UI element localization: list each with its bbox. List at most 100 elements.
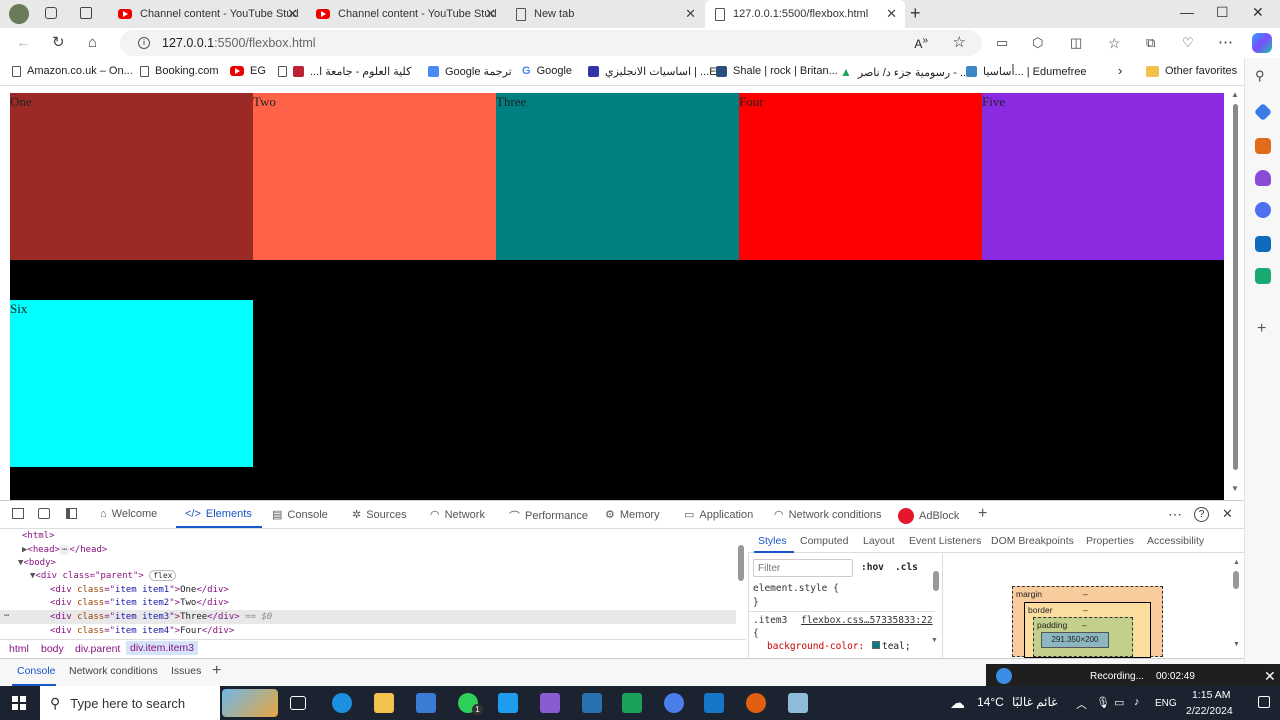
close-icon[interactable]: ✕ bbox=[287, 6, 298, 22]
tray-overflow-chevron-icon[interactable]: ︿ bbox=[1076, 696, 1087, 712]
copilot-icon[interactable] bbox=[1252, 33, 1272, 53]
voice-recorder-icon[interactable] bbox=[746, 693, 766, 713]
vscode-icon[interactable] bbox=[498, 693, 518, 713]
box-model-padding[interactable]: padding – 291.350×200 bbox=[1033, 617, 1133, 657]
dom-item1[interactable]: <div class="item item1">One</div> bbox=[50, 585, 229, 595]
box-model-margin[interactable]: margin – border – padding – 291.350×200 bbox=[1012, 586, 1163, 658]
battery-icon[interactable]: ▭ bbox=[1114, 696, 1124, 709]
dom-item4[interactable]: <div class="item item4">Four</div> bbox=[50, 626, 234, 636]
split-screen-icon[interactable]: ◫ bbox=[1070, 34, 1082, 52]
tab-dom-breakpoints[interactable]: DOM Breakpoints bbox=[991, 535, 1074, 547]
scroll-thumb[interactable] bbox=[1233, 104, 1238, 470]
hover-state-toggle[interactable]: :hov bbox=[861, 562, 884, 573]
background-color-declaration[interactable]: background-color: teal; bbox=[767, 641, 911, 652]
window-close-icon[interactable]: ✕ bbox=[1252, 4, 1264, 21]
dom-item3-selected[interactable]: <div class="item item3">Three</div> == $… bbox=[50, 612, 272, 622]
tab-actions-icon[interactable] bbox=[80, 7, 92, 19]
tab-elements[interactable]: </> Elements bbox=[185, 508, 252, 520]
favorites-overflow-chevron-icon[interactable]: › bbox=[1118, 63, 1122, 78]
box-scroll-thumb[interactable] bbox=[1233, 571, 1239, 589]
tab-youtube-1[interactable]: Channel content - YouTube Stud ✕ bbox=[108, 0, 306, 28]
clock-time[interactable]: 1:15 AM bbox=[1192, 689, 1231, 701]
box-model-border[interactable]: border – padding – 291.350×200 bbox=[1024, 602, 1151, 658]
tab-application[interactable]: ▭ Application bbox=[684, 508, 753, 522]
close-icon[interactable]: ✕ bbox=[886, 6, 897, 22]
shopping-tag-icon[interactable] bbox=[1253, 102, 1273, 122]
help-icon[interactable]: ? bbox=[1194, 507, 1209, 522]
box-scroll-down-icon[interactable]: ▼ bbox=[1233, 641, 1240, 648]
meet-app-icon[interactable] bbox=[622, 693, 642, 713]
maximize-icon[interactable]: ☐ bbox=[1216, 4, 1229, 21]
close-icon[interactable]: ✕ bbox=[685, 6, 696, 22]
dom-parent[interactable]: ▼<div class="parent"> flex bbox=[30, 570, 177, 581]
drop-icon[interactable] bbox=[1255, 268, 1271, 284]
minimize-icon[interactable]: — bbox=[1180, 4, 1194, 20]
class-toggle[interactable]: .cls bbox=[895, 562, 918, 573]
volume-icon[interactable]: ♪ bbox=[1134, 696, 1140, 708]
fav-amazon[interactable]: Amazon.co.uk – On... bbox=[12, 65, 133, 77]
taskbar-search[interactable]: ⚲ Type here to search bbox=[40, 686, 220, 720]
more-menu-icon[interactable]: ⋯ bbox=[1218, 34, 1233, 52]
styles-scroll-thumb[interactable] bbox=[933, 571, 939, 591]
edge-app-icon[interactable] bbox=[332, 693, 352, 713]
tab-new-tab[interactable]: New tab ✕ bbox=[506, 0, 704, 28]
dom-body[interactable]: ▼<body> bbox=[18, 558, 56, 568]
profile-avatar[interactable] bbox=[9, 4, 29, 24]
rule-source-link[interactable]: flexbox.css…57335833:22 bbox=[801, 615, 933, 626]
box-model-content[interactable]: 291.350×200 bbox=[1041, 632, 1109, 648]
tab-performance[interactable]: ⌒ Performance bbox=[509, 508, 588, 524]
info-icon[interactable]: i bbox=[138, 37, 150, 49]
fav-britannica[interactable]: Shale | rock | Britan... bbox=[716, 65, 838, 77]
search-icon[interactable]: ⚲ bbox=[1255, 68, 1265, 84]
fav-edumefree[interactable]: أساسيا... | Edumefree bbox=[966, 65, 1086, 78]
inspect-element-icon[interactable] bbox=[12, 508, 24, 519]
element-style-rule[interactable]: element.style { bbox=[753, 583, 839, 594]
address-bar[interactable]: i 127.0.0.1:5500/flexbox.html A» ☆ bbox=[120, 30, 982, 56]
tab-event-listeners[interactable]: Event Listeners bbox=[909, 535, 981, 547]
dom-html[interactable]: <html> bbox=[22, 531, 55, 541]
tab-sources[interactable]: ✲ Sources bbox=[352, 508, 407, 522]
screen-cast-icon[interactable]: ▭ bbox=[996, 34, 1008, 52]
fav-booking[interactable]: Booking.com bbox=[140, 65, 219, 77]
extensions-icon[interactable]: ⬡ bbox=[1032, 34, 1043, 52]
tab-network-conditions[interactable]: ◠ Network conditions bbox=[774, 508, 882, 522]
add-sidebar-app-icon[interactable]: + bbox=[1257, 320, 1266, 338]
tab-youtube-2[interactable]: Channel content - YouTube Stud ✕ bbox=[306, 0, 504, 28]
tab-computed[interactable]: Computed bbox=[800, 535, 848, 547]
scroll-up-icon[interactable]: ▲ bbox=[1231, 90, 1239, 99]
crumb-div-parent[interactable]: div.parent bbox=[75, 643, 120, 655]
favorite-star-icon[interactable]: ☆ bbox=[953, 33, 966, 51]
file-explorer-icon[interactable] bbox=[374, 693, 394, 713]
editor-app-icon[interactable] bbox=[582, 693, 602, 713]
dom-item2[interactable]: <div class="item item2">Two</div> bbox=[50, 598, 229, 608]
devtools-more-icon[interactable]: ⋯ bbox=[1168, 506, 1182, 523]
workspaces-icon[interactable] bbox=[45, 7, 57, 19]
copilot-app-icon[interactable] bbox=[664, 693, 684, 713]
dock-side-icon[interactable] bbox=[66, 508, 77, 519]
microsoft365-icon[interactable] bbox=[1255, 202, 1271, 218]
tab-properties[interactable]: Properties bbox=[1086, 535, 1134, 547]
flex-badge[interactable]: flex bbox=[149, 570, 177, 581]
tools-briefcase-icon[interactable] bbox=[1255, 138, 1271, 154]
drawer-tab-network-conditions[interactable]: Network conditions bbox=[69, 665, 158, 677]
tab-accessibility[interactable]: Accessibility bbox=[1147, 535, 1204, 547]
fav-drive-file[interactable]: ▲ رسومية جزء د/ ناصر - ... bbox=[840, 65, 969, 79]
fav-english-basics[interactable]: اساسيات الانجليزي | ...E bbox=[588, 65, 717, 78]
styles-filter-input[interactable] bbox=[753, 559, 853, 577]
other-favorites[interactable]: Other favorites bbox=[1146, 65, 1237, 77]
microphone-icon[interactable]: 🎙︎ bbox=[1096, 696, 1110, 709]
weather-icon[interactable]: ☁ bbox=[950, 694, 965, 712]
tab-network[interactable]: ◠ Network bbox=[430, 508, 485, 522]
collections-icon[interactable]: ⧉ bbox=[1146, 34, 1155, 52]
weather-temp[interactable]: 14°C bbox=[977, 695, 1004, 709]
visual-studio-icon[interactable] bbox=[540, 693, 560, 713]
refresh-icon[interactable]: ↻ bbox=[52, 34, 65, 52]
favorites-icon[interactable]: ☆ bbox=[1108, 34, 1121, 52]
close-recording-icon[interactable]: ✕ bbox=[1264, 668, 1276, 685]
store-icon[interactable] bbox=[416, 693, 436, 713]
games-icon[interactable] bbox=[1255, 170, 1271, 186]
close-devtools-icon[interactable]: ✕ bbox=[1222, 506, 1233, 522]
tab-flexbox[interactable]: 127.0.0.1:5500/flexbox.html ✕ bbox=[705, 0, 905, 28]
clock-date[interactable]: 2/22/2024 bbox=[1186, 705, 1233, 717]
page-scrollbar[interactable]: ▲ ▼ bbox=[1230, 90, 1240, 498]
